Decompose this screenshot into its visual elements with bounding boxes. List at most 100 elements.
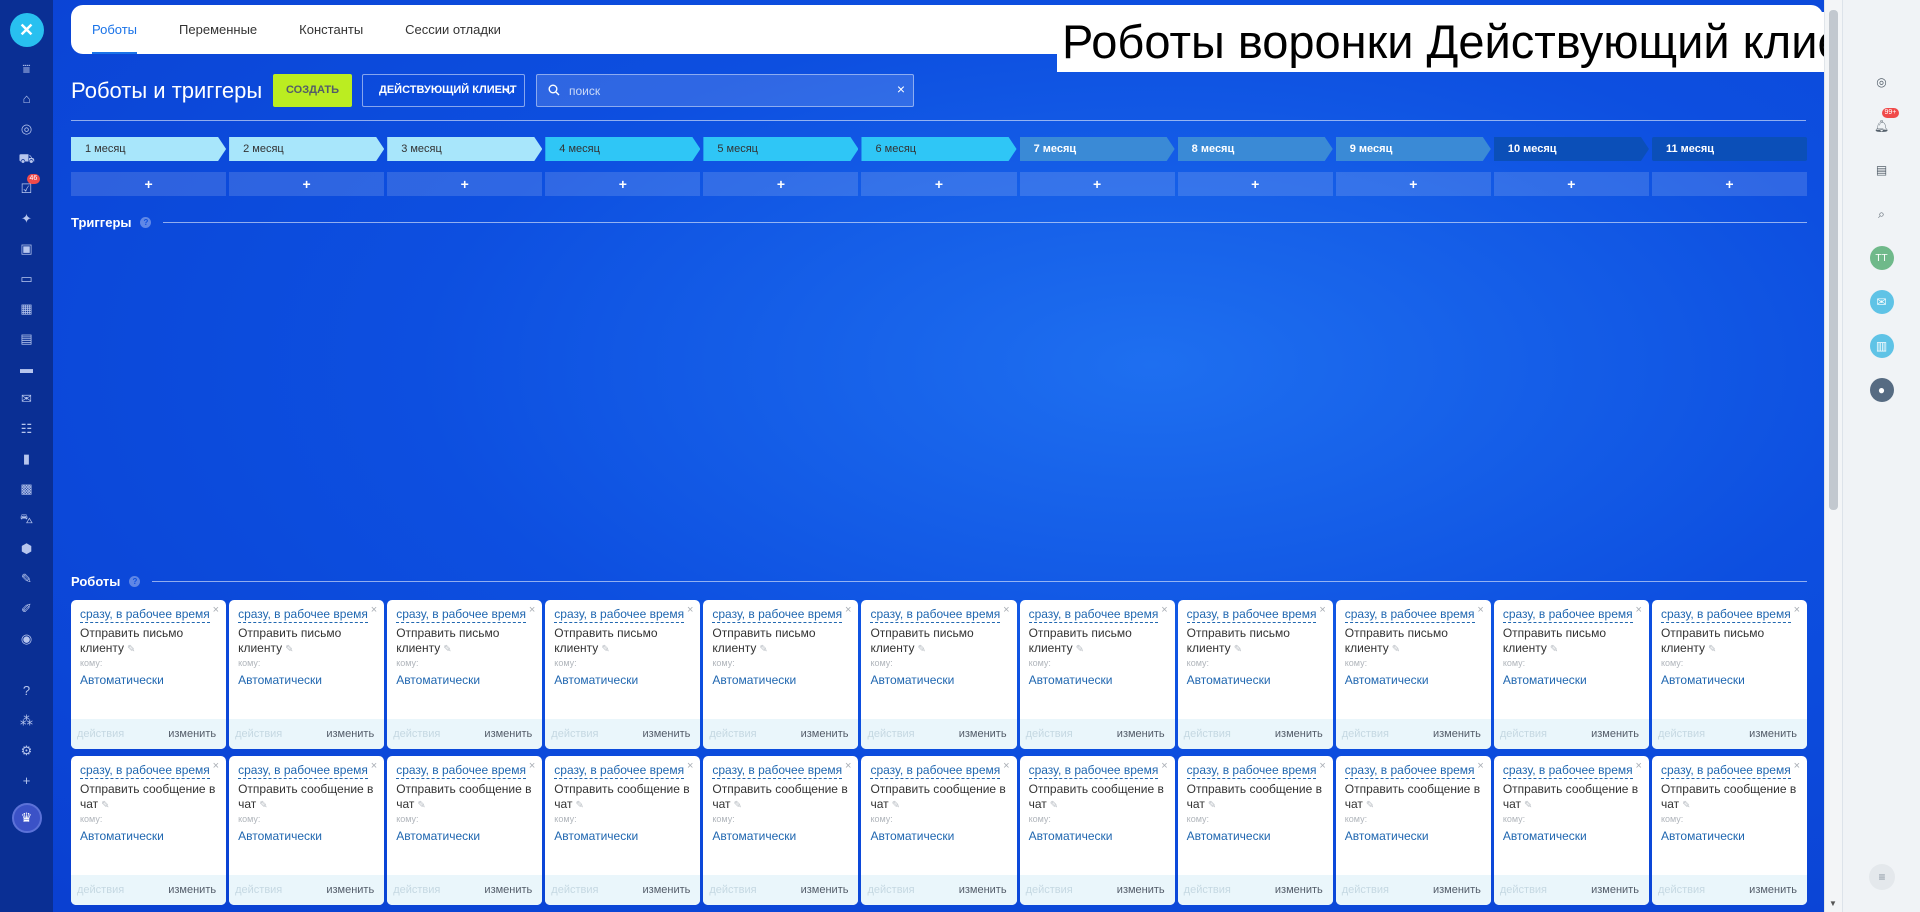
- robot-card[interactable]: сразу, в рабочее время × Отправить сообщен…: [1335, 756, 1491, 905]
- scrollbar[interactable]: ▼: [1824, 0, 1842, 912]
- filter-icon[interactable]: ⩸: [19, 61, 35, 77]
- add-robot-button[interactable]: +: [1335, 172, 1491, 196]
- mail-icon[interactable]: ✉: [19, 391, 35, 407]
- pencil-icon[interactable]: ✎: [127, 644, 135, 655]
- stage-7[interactable]: 7 месяц: [1020, 137, 1175, 161]
- close-icon[interactable]: ×: [1794, 760, 1800, 772]
- robot-card[interactable]: сразу, в рабочее время × Отправить сообщен…: [861, 756, 1017, 905]
- chart-icon[interactable]: ▮: [19, 451, 35, 467]
- robot-edit-link[interactable]: изменить: [801, 884, 849, 896]
- notes-icon[interactable]: ▥: [1869, 334, 1894, 358]
- robot-edit-link[interactable]: изменить: [643, 728, 691, 740]
- search-input[interactable]: [569, 81, 869, 101]
- add-robot-button[interactable]: +: [545, 172, 701, 196]
- tab-3[interactable]: Сессии отладки: [405, 5, 501, 54]
- robot-edit-link[interactable]: изменить: [484, 884, 532, 896]
- robot-mode-link[interactable]: Автоматически: [1503, 673, 1587, 687]
- close-icon[interactable]: ×: [1477, 760, 1483, 772]
- copilot-icon[interactable]: ◎: [1870, 70, 1894, 94]
- robot-card[interactable]: сразу, в рабочее время × Отправить сообщен…: [1651, 756, 1808, 905]
- robot-mode-link[interactable]: Автоматически: [1345, 673, 1429, 687]
- robot-mode-link[interactable]: Автоматически: [1345, 829, 1429, 843]
- robot-delay-link[interactable]: сразу, в рабочее время: [1344, 607, 1475, 623]
- robot-delay-link[interactable]: сразу, в рабочее время: [554, 763, 685, 779]
- robot-mode-link[interactable]: Автоматически: [396, 829, 480, 843]
- close-icon[interactable]: ✕: [9, 13, 44, 47]
- truck-icon[interactable]: ⛍: [19, 511, 35, 527]
- add-robot-button[interactable]: +: [1177, 172, 1333, 196]
- robot-mode-link[interactable]: Автоматически: [238, 829, 322, 843]
- robot-card[interactable]: сразу, в рабочее время × Отправить письмо …: [229, 600, 385, 749]
- robot-mode-link[interactable]: Автоматически: [1187, 673, 1271, 687]
- robot-card[interactable]: сразу, в рабочее время × Отправить сообщен…: [71, 756, 227, 905]
- close-icon[interactable]: ×: [213, 604, 219, 616]
- robot-mode-link[interactable]: Автоматически: [1503, 829, 1587, 843]
- close-icon[interactable]: ×: [845, 760, 851, 772]
- robot-delay-link[interactable]: сразу, в рабочее время: [1502, 607, 1633, 623]
- sign-icon[interactable]: ✎: [19, 571, 35, 587]
- robot-edit-link[interactable]: изменить: [801, 728, 849, 740]
- robot-delay-link[interactable]: сразу, в рабочее время: [1186, 607, 1317, 623]
- robot-card[interactable]: сразу, в рабочее время × Отправить сообщен…: [229, 756, 385, 905]
- robot-card[interactable]: сразу, в рабочее время × Отправить сообщен…: [545, 756, 701, 905]
- contact-avatar[interactable]: ●: [1869, 378, 1894, 402]
- close-icon[interactable]: ×: [687, 604, 693, 616]
- pencil-icon[interactable]: ✎: [1524, 800, 1532, 811]
- close-icon[interactable]: ×: [1319, 604, 1325, 616]
- pencil-icon[interactable]: ✎: [1234, 644, 1242, 655]
- robot-card[interactable]: сразу, в рабочее время × Отправить сообщен…: [1177, 756, 1333, 905]
- contact-card-icon[interactable]: ▩: [19, 481, 35, 497]
- robot-delay-link[interactable]: сразу, в рабочее время: [80, 763, 210, 779]
- close-icon[interactable]: ×: [529, 604, 535, 616]
- stage-8[interactable]: 8 месяц: [1178, 137, 1333, 161]
- pencil-icon[interactable]: ✎: [259, 800, 267, 811]
- storage-icon[interactable]: ▬: [19, 361, 35, 377]
- robot-card[interactable]: сразу, в рабочее время × Отправить письмо …: [1651, 600, 1808, 749]
- help-icon[interactable]: ?: [129, 575, 141, 587]
- close-icon[interactable]: ×: [1161, 760, 1167, 772]
- funnel-select[interactable]: ДЕЙСТВУЮЩИЙ КЛИЕНТ ⌵: [362, 74, 525, 107]
- add-robot-button[interactable]: +: [1493, 172, 1649, 196]
- stage-5[interactable]: 5 месяц: [703, 137, 858, 161]
- box-icon[interactable]: ⬢: [19, 541, 35, 557]
- robot-card[interactable]: сразу, в рабочее время × Отправить сообщен…: [387, 756, 543, 905]
- tasks-icon[interactable]: ☑ 46: [19, 174, 41, 197]
- close-icon[interactable]: ×: [371, 760, 377, 772]
- robot-delay-link[interactable]: сразу, в рабочее время: [554, 607, 685, 623]
- avatar[interactable]: TT: [1869, 246, 1894, 270]
- close-icon[interactable]: ×: [1319, 760, 1325, 772]
- robot-mode-link[interactable]: Автоматически: [1661, 829, 1745, 843]
- robot-edit-link[interactable]: изменить: [326, 728, 374, 740]
- robot-card[interactable]: сразу, в рабочее время × Отправить письмо …: [71, 600, 227, 749]
- menu-icon[interactable]: ≡: [1869, 864, 1895, 890]
- robot-delay-link[interactable]: сразу, в рабочее время: [80, 607, 210, 623]
- gear-icon[interactable]: ⚙: [19, 743, 35, 759]
- close-icon[interactable]: ×: [1003, 760, 1009, 772]
- robot-edit-link[interactable]: изменить: [1591, 728, 1639, 740]
- pencil-icon[interactable]: ✎: [417, 800, 425, 811]
- close-icon[interactable]: ×: [213, 760, 219, 772]
- robot-card[interactable]: сразу, в рабочее время × Отправить письмо …: [1335, 600, 1491, 749]
- robot-edit-link[interactable]: изменить: [1433, 884, 1481, 896]
- robot-delay-link[interactable]: сразу, в рабочее время: [1502, 763, 1633, 779]
- clear-search-icon[interactable]: ×: [897, 81, 905, 97]
- pencil-icon[interactable]: ✎: [101, 800, 109, 811]
- user-avatar[interactable]: ♛: [11, 803, 42, 833]
- bell-icon[interactable]: 🔔︎ 99+: [1870, 108, 1900, 138]
- pen-icon[interactable]: ✐: [19, 601, 35, 617]
- pencil-icon[interactable]: ✎: [575, 800, 583, 811]
- scroll-down-icon[interactable]: ▼: [1829, 899, 1837, 908]
- robot-delay-link[interactable]: сразу, в рабочее время: [238, 763, 368, 779]
- robot-delay-link[interactable]: сразу, в рабочее время: [1660, 763, 1791, 779]
- add-robot-button[interactable]: +: [861, 172, 1017, 196]
- robot-card[interactable]: сразу, в рабочее время × Отправить сообщен…: [1493, 756, 1649, 905]
- tab-0[interactable]: Роботы: [92, 5, 138, 54]
- robot-mode-link[interactable]: Автоматически: [712, 673, 796, 687]
- pencil-icon[interactable]: ✎: [892, 800, 900, 811]
- pencil-icon[interactable]: ✎: [759, 644, 767, 655]
- tab-1[interactable]: Переменные: [179, 5, 257, 54]
- add-robot-button[interactable]: +: [1019, 172, 1175, 196]
- robot-mode-link[interactable]: Автоматически: [554, 829, 638, 843]
- close-icon[interactable]: ×: [845, 604, 851, 616]
- robot-mode-link[interactable]: Автоматически: [396, 673, 480, 687]
